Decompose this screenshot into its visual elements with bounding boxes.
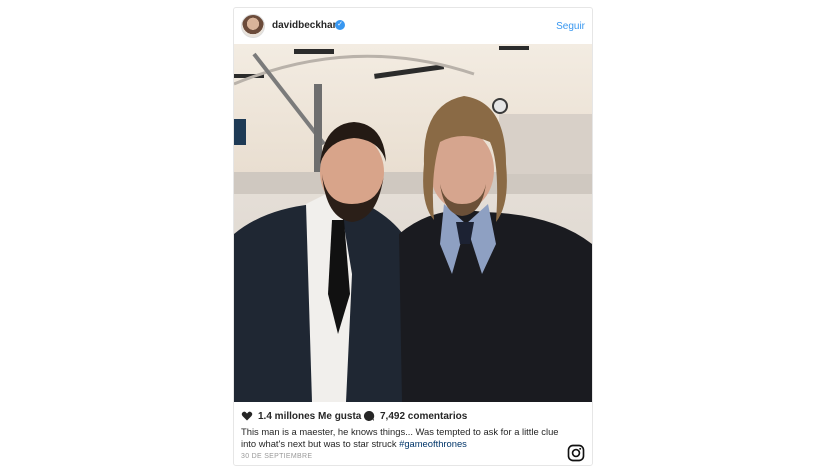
post-date: 30 DE SEPTIEMBRE: [241, 453, 313, 460]
heart-icon[interactable]: [241, 410, 253, 422]
instagram-post-embed: davidbeckham ✓ Seguir 1.4 millones Me gu…: [233, 7, 593, 466]
hashtag-link[interactable]: #gameofthrones: [399, 438, 467, 449]
username-link[interactable]: davidbeckham: [272, 20, 341, 31]
post-header: davidbeckham ✓ Seguir: [234, 8, 592, 44]
comment-icon[interactable]: [363, 410, 375, 422]
post-caption: This man is a maester, he knows things..…: [241, 426, 571, 450]
comments-count[interactable]: 7,492 comentarios: [380, 411, 467, 422]
follow-button[interactable]: Seguir: [556, 21, 585, 32]
post-actions: 1.4 millones Me gusta 7,492 comentarios: [241, 410, 581, 424]
instagram-logo-icon[interactable]: [567, 444, 585, 462]
verified-badge-icon: ✓: [335, 20, 345, 30]
post-photo[interactable]: [234, 44, 592, 402]
likes-count[interactable]: 1.4 millones Me gusta: [258, 411, 361, 422]
avatar[interactable]: [241, 14, 265, 38]
